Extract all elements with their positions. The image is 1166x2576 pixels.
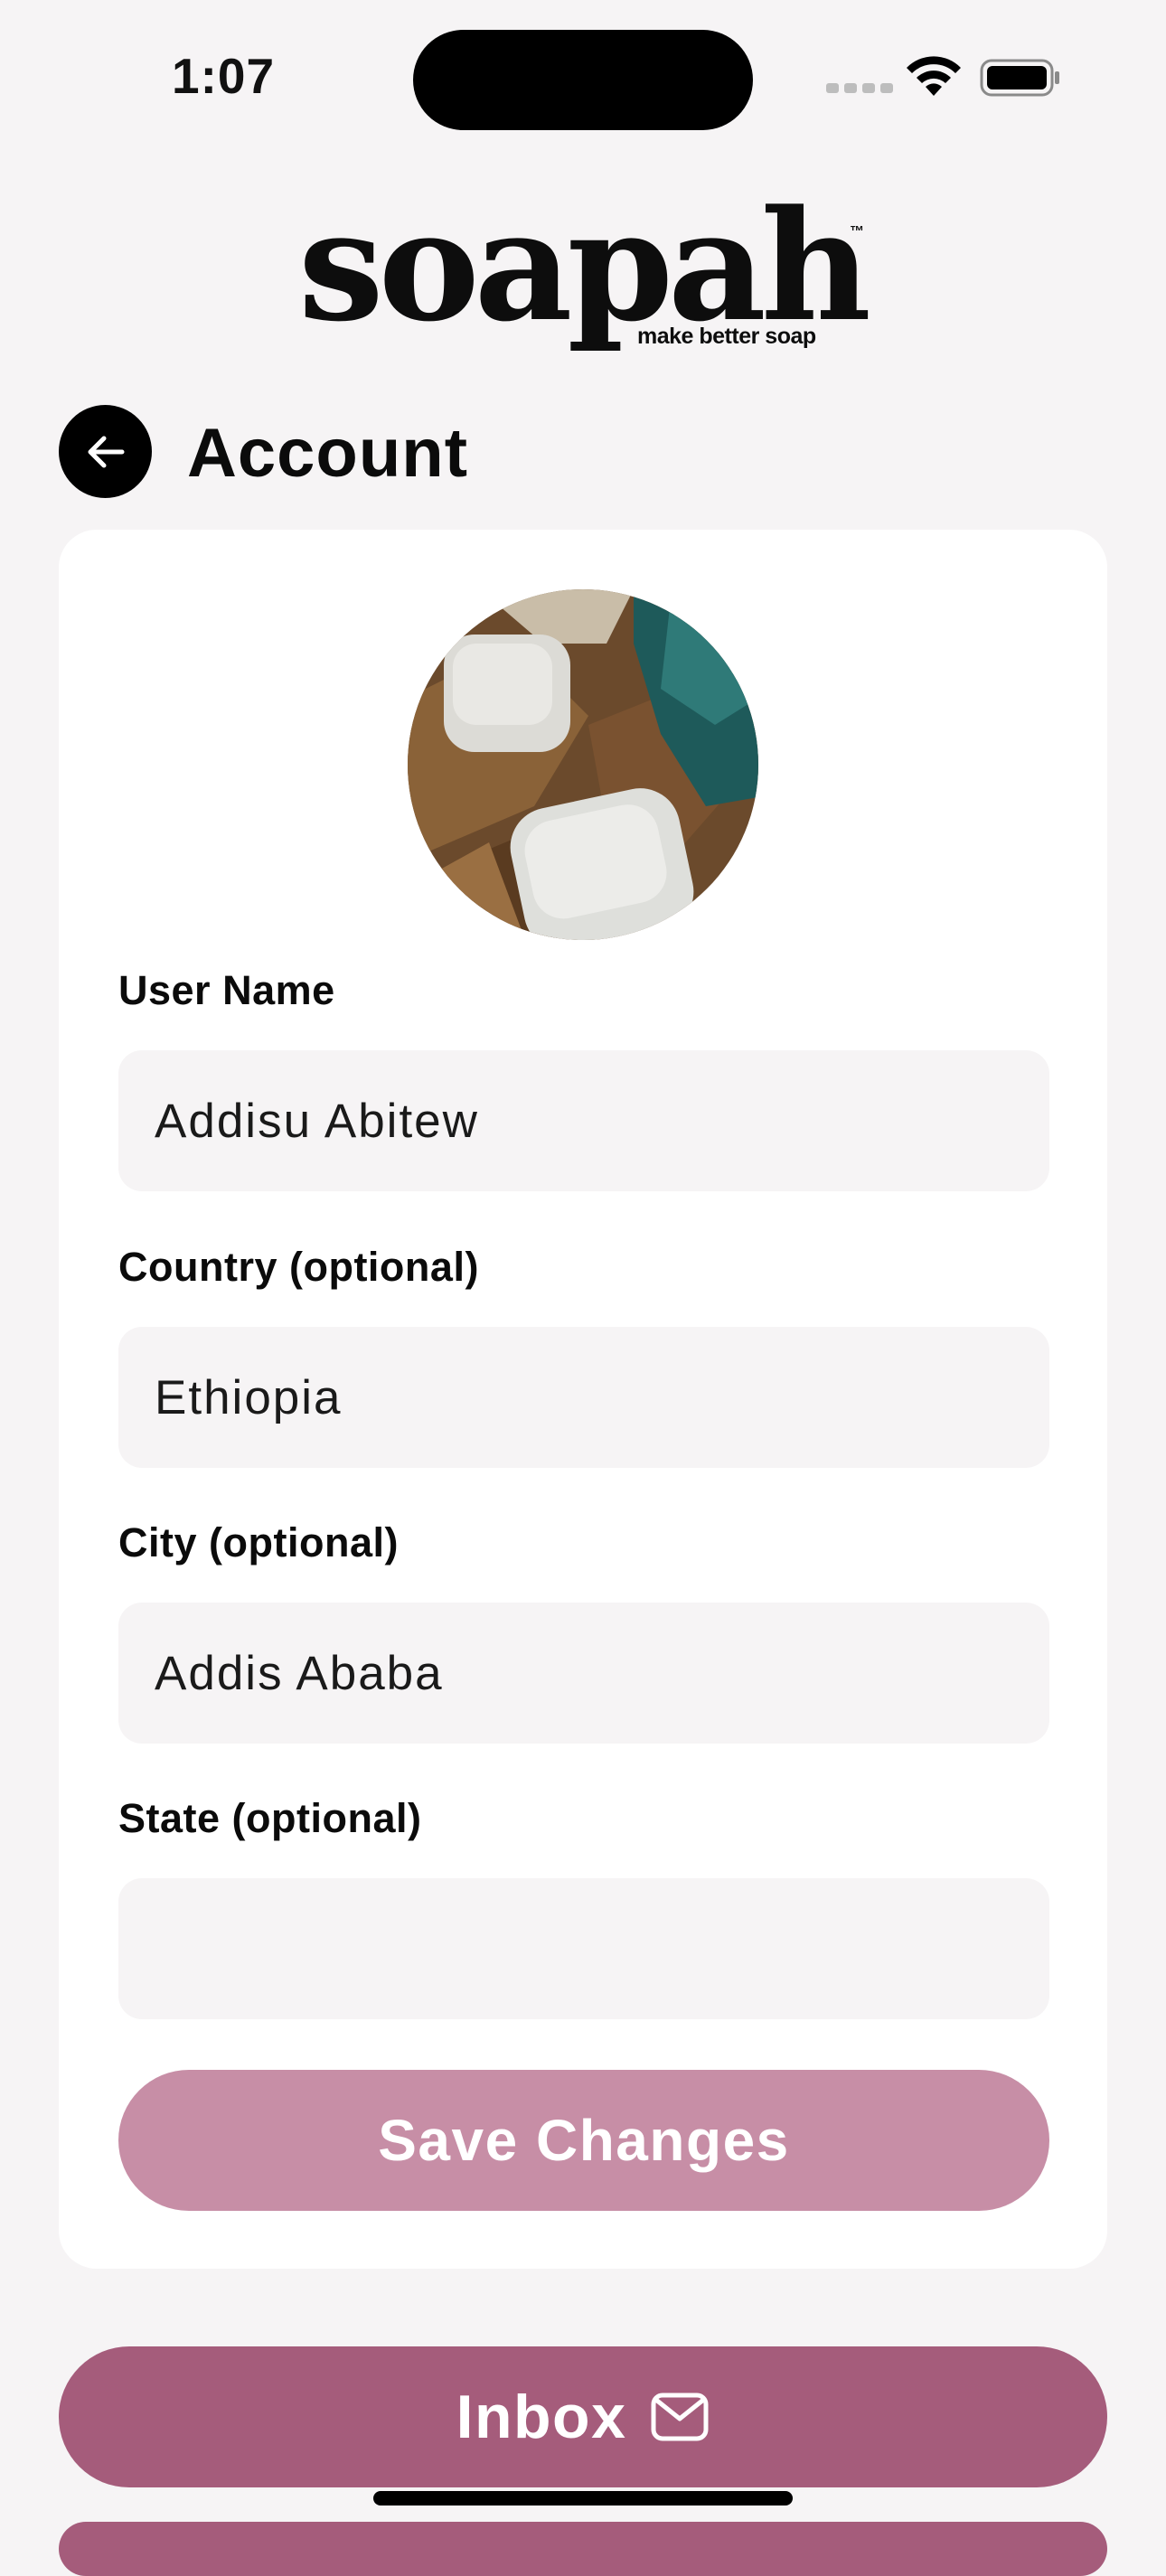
- state-input[interactable]: [118, 1878, 1049, 2019]
- arrow-left-icon: [88, 436, 124, 467]
- account-card: User Name Country (optional) City (optio…: [59, 530, 1107, 2269]
- inbox-button[interactable]: Inbox: [59, 2346, 1107, 2487]
- logo-trademark: ™: [850, 224, 864, 240]
- envelope-icon: [651, 2393, 709, 2441]
- state-label: State (optional): [118, 1795, 422, 1841]
- soapah-logo: soapah ™ make better soap: [289, 190, 886, 362]
- status-bar-time: 1:07: [172, 48, 276, 104]
- user-name-label: User Name: [118, 967, 335, 1013]
- city-input[interactable]: [118, 1603, 1049, 1744]
- logo-wordmark: soapah: [298, 176, 871, 355]
- avatar[interactable]: [408, 589, 758, 940]
- inbox-label: Inbox: [456, 2383, 627, 2451]
- page-title: Account: [187, 415, 468, 492]
- cellular-signal-icon: [826, 83, 893, 93]
- avatar-image: [408, 589, 758, 940]
- next-button-partial: [59, 2522, 1107, 2576]
- dynamic-island: [413, 30, 753, 130]
- save-changes-button[interactable]: Save Changes: [118, 2070, 1049, 2211]
- back-button[interactable]: [59, 405, 152, 498]
- home-indicator: [373, 2491, 793, 2505]
- user-name-input[interactable]: [118, 1050, 1049, 1191]
- wifi-icon: [907, 56, 961, 96]
- city-label: City (optional): [118, 1519, 399, 1565]
- logo-tagline: make better soap: [637, 324, 816, 349]
- country-input[interactable]: [118, 1327, 1049, 1468]
- battery-icon: [980, 59, 1059, 97]
- country-label: Country (optional): [118, 1244, 479, 1290]
